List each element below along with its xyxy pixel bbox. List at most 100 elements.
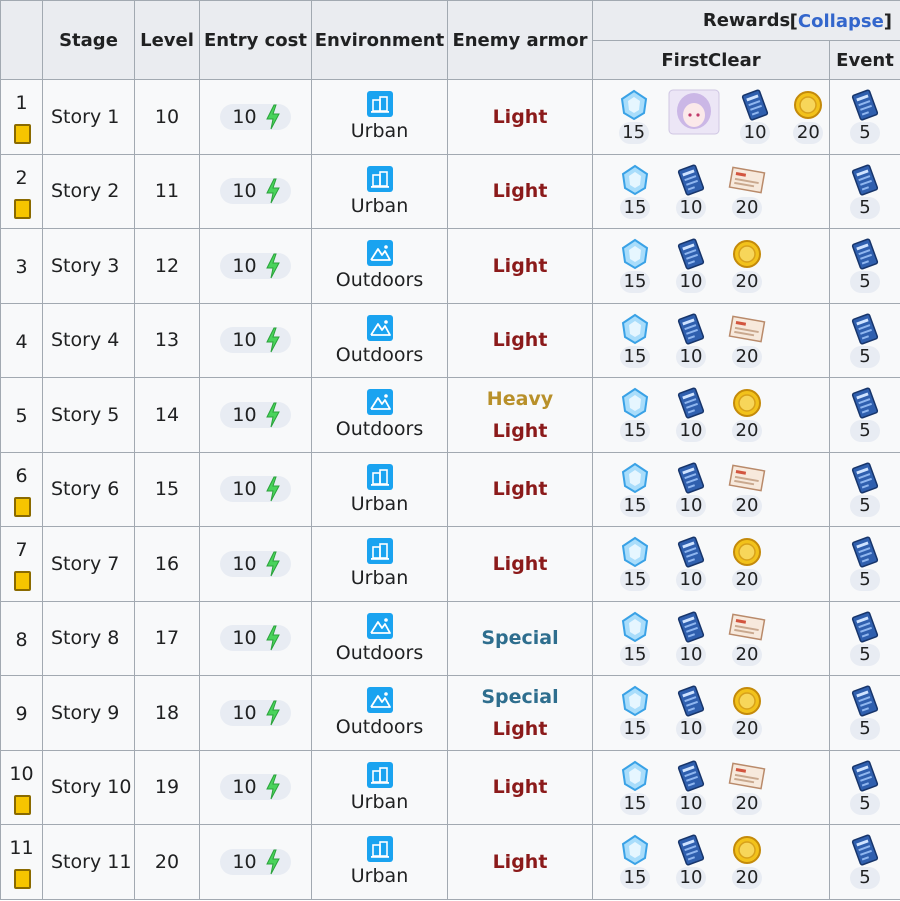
event-reward-item[interactable]: 5 xyxy=(843,611,887,666)
reward-item[interactable]: 20 xyxy=(725,387,769,443)
reward-item[interactable]: 10 xyxy=(669,313,713,368)
stage-level: 13 xyxy=(134,302,200,378)
event-reward-item[interactable]: 5 xyxy=(843,387,887,443)
reward-count: 15 xyxy=(620,420,650,443)
book-ticket-icon xyxy=(677,313,705,345)
outdoors-icon xyxy=(366,240,393,267)
environment-label: Urban xyxy=(350,194,409,217)
reward-item[interactable]: 10 xyxy=(669,611,713,666)
event-reward-item[interactable]: 5 xyxy=(843,164,887,219)
reward-item[interactable]: 20 xyxy=(725,462,769,517)
reward-item[interactable]: 10 xyxy=(669,462,713,517)
enemy-armor-cell: Special xyxy=(447,600,593,676)
armor-type-label: Special xyxy=(481,685,559,708)
enemy-armor-cell: Special Light xyxy=(447,675,593,751)
gem-icon xyxy=(621,239,649,270)
reward-item[interactable]: 10 xyxy=(669,238,713,294)
reward-item[interactable]: 20 xyxy=(725,611,769,666)
reward-item[interactable]: 20 xyxy=(788,89,829,145)
entry-cost-cell: 10 xyxy=(199,228,312,304)
event-reward-item[interactable]: 5 xyxy=(843,238,887,294)
entry-cost-badge: 10 xyxy=(220,401,291,428)
reward-item[interactable]: 15 xyxy=(613,462,657,517)
reward-item[interactable]: 15 xyxy=(613,89,654,145)
reward-count: 10 xyxy=(676,867,706,890)
stage-level: 17 xyxy=(134,600,200,676)
book-ticket-icon xyxy=(851,462,879,494)
reward-count: 15 xyxy=(620,718,650,741)
reward-item[interactable]: 20 xyxy=(725,760,769,815)
stage-level: 19 xyxy=(134,749,200,825)
entry-cost-cell: 10 xyxy=(199,153,312,229)
reward-item[interactable]: 15 xyxy=(613,238,657,294)
reward-item[interactable]: 15 xyxy=(613,834,657,890)
entry-cost-badge: 10 xyxy=(220,327,291,354)
reward-item[interactable]: 10 xyxy=(669,760,713,815)
event-reward-cell: 5 xyxy=(828,377,900,453)
book-ticket-icon xyxy=(851,313,879,345)
reward-item[interactable]: 10 xyxy=(669,387,713,443)
reward-count: 15 xyxy=(620,867,650,890)
event-reward-item[interactable]: 5 xyxy=(843,313,887,368)
reward-item[interactable]: 20 xyxy=(725,164,769,219)
outdoors-icon xyxy=(366,687,393,714)
reward-count: 10 xyxy=(740,122,771,145)
report-icon xyxy=(728,762,766,790)
environment-cell: Outdoors xyxy=(311,675,448,751)
first-clear-rewards: 15 10 20 xyxy=(592,79,830,155)
reward-item[interactable]: 20 xyxy=(725,238,769,294)
reward-item[interactable]: 10 xyxy=(669,834,713,890)
entry-cost-badge: 10 xyxy=(220,178,291,205)
event-reward-count: 5 xyxy=(850,718,880,741)
reward-item[interactable]: 15 xyxy=(613,313,657,368)
reward-item[interactable]: 15 xyxy=(613,164,657,219)
energy-bolt-icon xyxy=(265,327,280,353)
reward-count: 15 xyxy=(618,122,649,145)
reward-item[interactable]: 20 xyxy=(725,834,769,890)
reward-item[interactable] xyxy=(666,89,722,135)
event-reward-item[interactable]: 5 xyxy=(843,462,887,517)
environment-label: Urban xyxy=(350,492,409,515)
reward-item[interactable]: 15 xyxy=(613,760,657,815)
entry-cost-value: 10 xyxy=(232,105,257,128)
event-reward-item[interactable]: 5 xyxy=(843,834,887,890)
stages-table: Stage Level Entry cost Environment Enemy… xyxy=(0,0,900,900)
reward-item[interactable]: 15 xyxy=(613,536,657,592)
event-reward-item[interactable]: 5 xyxy=(843,89,887,145)
book-ticket-icon xyxy=(851,760,879,792)
reward-item[interactable]: 20 xyxy=(725,536,769,592)
reward-item[interactable]: 10 xyxy=(735,89,776,145)
urban-icon xyxy=(366,463,393,490)
reward-count: 15 xyxy=(620,643,650,666)
event-reward-item[interactable]: 5 xyxy=(843,760,887,815)
enemy-armor-cell: Light xyxy=(447,824,593,900)
reward-item[interactable]: 10 xyxy=(669,164,713,219)
enemy-armor-cell: Light xyxy=(447,302,593,378)
reward-item[interactable]: 15 xyxy=(613,685,657,741)
entry-cost-value: 10 xyxy=(232,552,257,575)
reward-item[interactable]: 10 xyxy=(669,685,713,741)
armor-type-label: Light xyxy=(492,105,548,128)
reward-count: 15 xyxy=(620,345,650,368)
reward-item[interactable]: 20 xyxy=(725,685,769,741)
row-index-cell: 11 xyxy=(0,824,43,900)
reward-item[interactable]: 15 xyxy=(613,387,657,443)
entry-cost-value: 10 xyxy=(232,254,257,277)
event-reward-item[interactable]: 5 xyxy=(843,536,887,592)
entry-cost-cell: 10 xyxy=(199,377,312,453)
armor-type-label: Light xyxy=(492,254,548,277)
energy-bolt-icon xyxy=(265,625,280,651)
story-book-icon xyxy=(14,869,31,889)
reward-item[interactable]: 15 xyxy=(613,611,657,666)
environment-cell: Urban xyxy=(311,824,448,900)
reward-item[interactable]: 10 xyxy=(669,536,713,592)
report-icon xyxy=(728,464,766,492)
event-reward-count: 5 xyxy=(850,345,880,368)
row-number: 11 xyxy=(9,837,34,859)
reward-item[interactable]: 20 xyxy=(725,313,769,368)
energy-bolt-icon xyxy=(265,402,280,427)
event-reward-item[interactable]: 5 xyxy=(843,685,887,741)
event-reward-count: 5 xyxy=(850,494,880,517)
event-reward-count: 5 xyxy=(850,867,880,890)
collapse-link[interactable]: Collapse xyxy=(798,11,884,32)
